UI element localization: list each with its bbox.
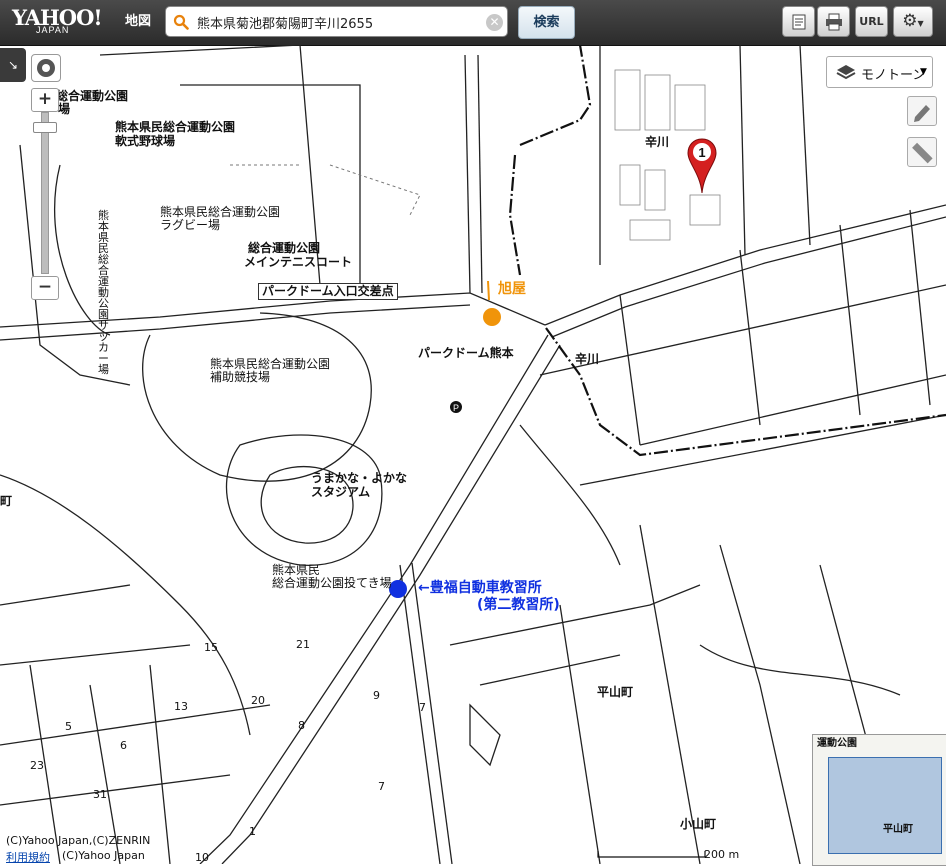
parcel-number: 23 [30,759,44,772]
label-stadium2: スタジアム [311,485,371,499]
label-tennis: 総合運動公園 [248,241,321,255]
top-toolbar: YAHOO! JAPAN 地図 ✕ 検索 URL ⚙▼ [0,0,946,46]
search-box: ✕ [165,6,508,37]
label-auxfield2: 補助競技場 [210,370,271,384]
parcel-number: 10 [195,851,209,864]
zoom-out-button[interactable]: − [31,276,59,300]
copyright-text: (C)Yahoo Japan,(C)ZENRIN [6,834,151,847]
pencil-icon [914,105,930,122]
map-roads: P [0,45,946,864]
svg-text:P: P [453,403,459,413]
settings-button[interactable]: ⚙▼ [893,6,933,37]
label-karakawa-top: 辛川 [645,135,670,149]
map-style-selector[interactable]: モノトーン ▼ [826,56,933,88]
label-hirayama: 平山町 [597,685,634,699]
layers-icon [836,65,856,80]
search-input[interactable] [195,9,481,36]
label-stadium: うまかな・よかな [311,471,408,485]
scale-label: 200 m [704,848,740,861]
label-parkdome: パークドーム熊本 [418,346,514,360]
parcel-number: 9 [373,689,380,702]
chevron-down-icon: ▼ [917,19,924,28]
label-school: ←豊福自動車教習所 [418,580,542,596]
location-pin-icon[interactable]: 1 [686,137,718,195]
parcel-number: 8 [298,719,305,732]
label-throwing2: 総合運動公園投てき場 [272,576,392,590]
logo-subtitle: JAPAN [36,25,70,35]
zoom-control[interactable]: + − [31,88,59,301]
map-style-label: モノトーン [861,68,926,83]
map-canvas[interactable]: P 総合運動公園 場 熊本県民総合運動公園 軟式野球場 熊本県民総合運動公園 ラ… [0,45,946,864]
gear-icon: ⚙ [902,11,918,31]
label-karakawa-mid: 辛川 [575,352,600,366]
map-service-label: 地図 [125,14,152,29]
draw-tool-button[interactable] [907,96,937,126]
zoom-in-button[interactable]: + [31,88,59,112]
measure-tool-button[interactable] [907,137,937,167]
print-preview-icon [792,14,805,30]
label-softball: 熊本県民総合運動公園 [115,120,236,134]
label-softball2: 軟式野球場 [115,134,176,148]
label-left-edge: 町 [0,494,13,508]
asahiya-marker [483,308,501,326]
label-school2: (第二教習所) [477,597,560,613]
parcel-number: 15 [204,641,218,654]
label-park-top2: 場 [58,102,71,116]
parcel-number: 5 [65,720,72,733]
parcel-number: 7 [378,780,385,793]
print-button[interactable] [817,6,850,37]
inset-label-town: 平山町 [883,824,913,835]
parcel-number: 6 [120,739,127,752]
parcel-number: 21 [296,638,310,651]
overview-viewport[interactable] [828,757,942,854]
label-asahiya: 旭屋 [498,281,526,297]
print-preview-button[interactable] [782,6,815,37]
printer-icon [825,13,842,31]
clear-search-icon[interactable]: ✕ [486,14,503,31]
compass-icon[interactable] [31,54,61,82]
label-soccer: 熊本県民総合運動公園サッカー場 [98,209,109,376]
label-koyama: 小山町 [680,817,717,831]
parcel-number: 7 [419,701,426,714]
parcel-number: 1 [249,825,256,838]
parcel-number: 31 [93,788,107,801]
label-rugby2: ラグビー場 [160,218,221,232]
ruler-icon [912,142,933,164]
label-tennis2: メインテニスコート [244,255,353,269]
inset-label-park: 運動公園 [817,738,857,749]
pin-number: 1 [698,145,705,160]
zoom-slider-track[interactable] [41,112,49,274]
collapse-panel-icon[interactable]: ↘ [0,48,26,82]
copyright-text-2: (C)Yahoo Japan [62,849,145,862]
chevron-down-icon: ▼ [920,67,927,77]
zoom-slider-handle[interactable] [33,122,57,133]
parcel-number: 20 [251,694,265,707]
overview-map[interactable]: 運動公園 平山町 [812,734,946,866]
terms-link[interactable]: 利用規約 [6,849,50,865]
search-button[interactable]: 検索 [518,6,575,39]
search-icon [173,14,189,30]
url-button[interactable]: URL [855,6,888,37]
label-intersection: パークドーム入口交差点 [258,283,398,300]
parcel-number: 13 [174,700,188,713]
